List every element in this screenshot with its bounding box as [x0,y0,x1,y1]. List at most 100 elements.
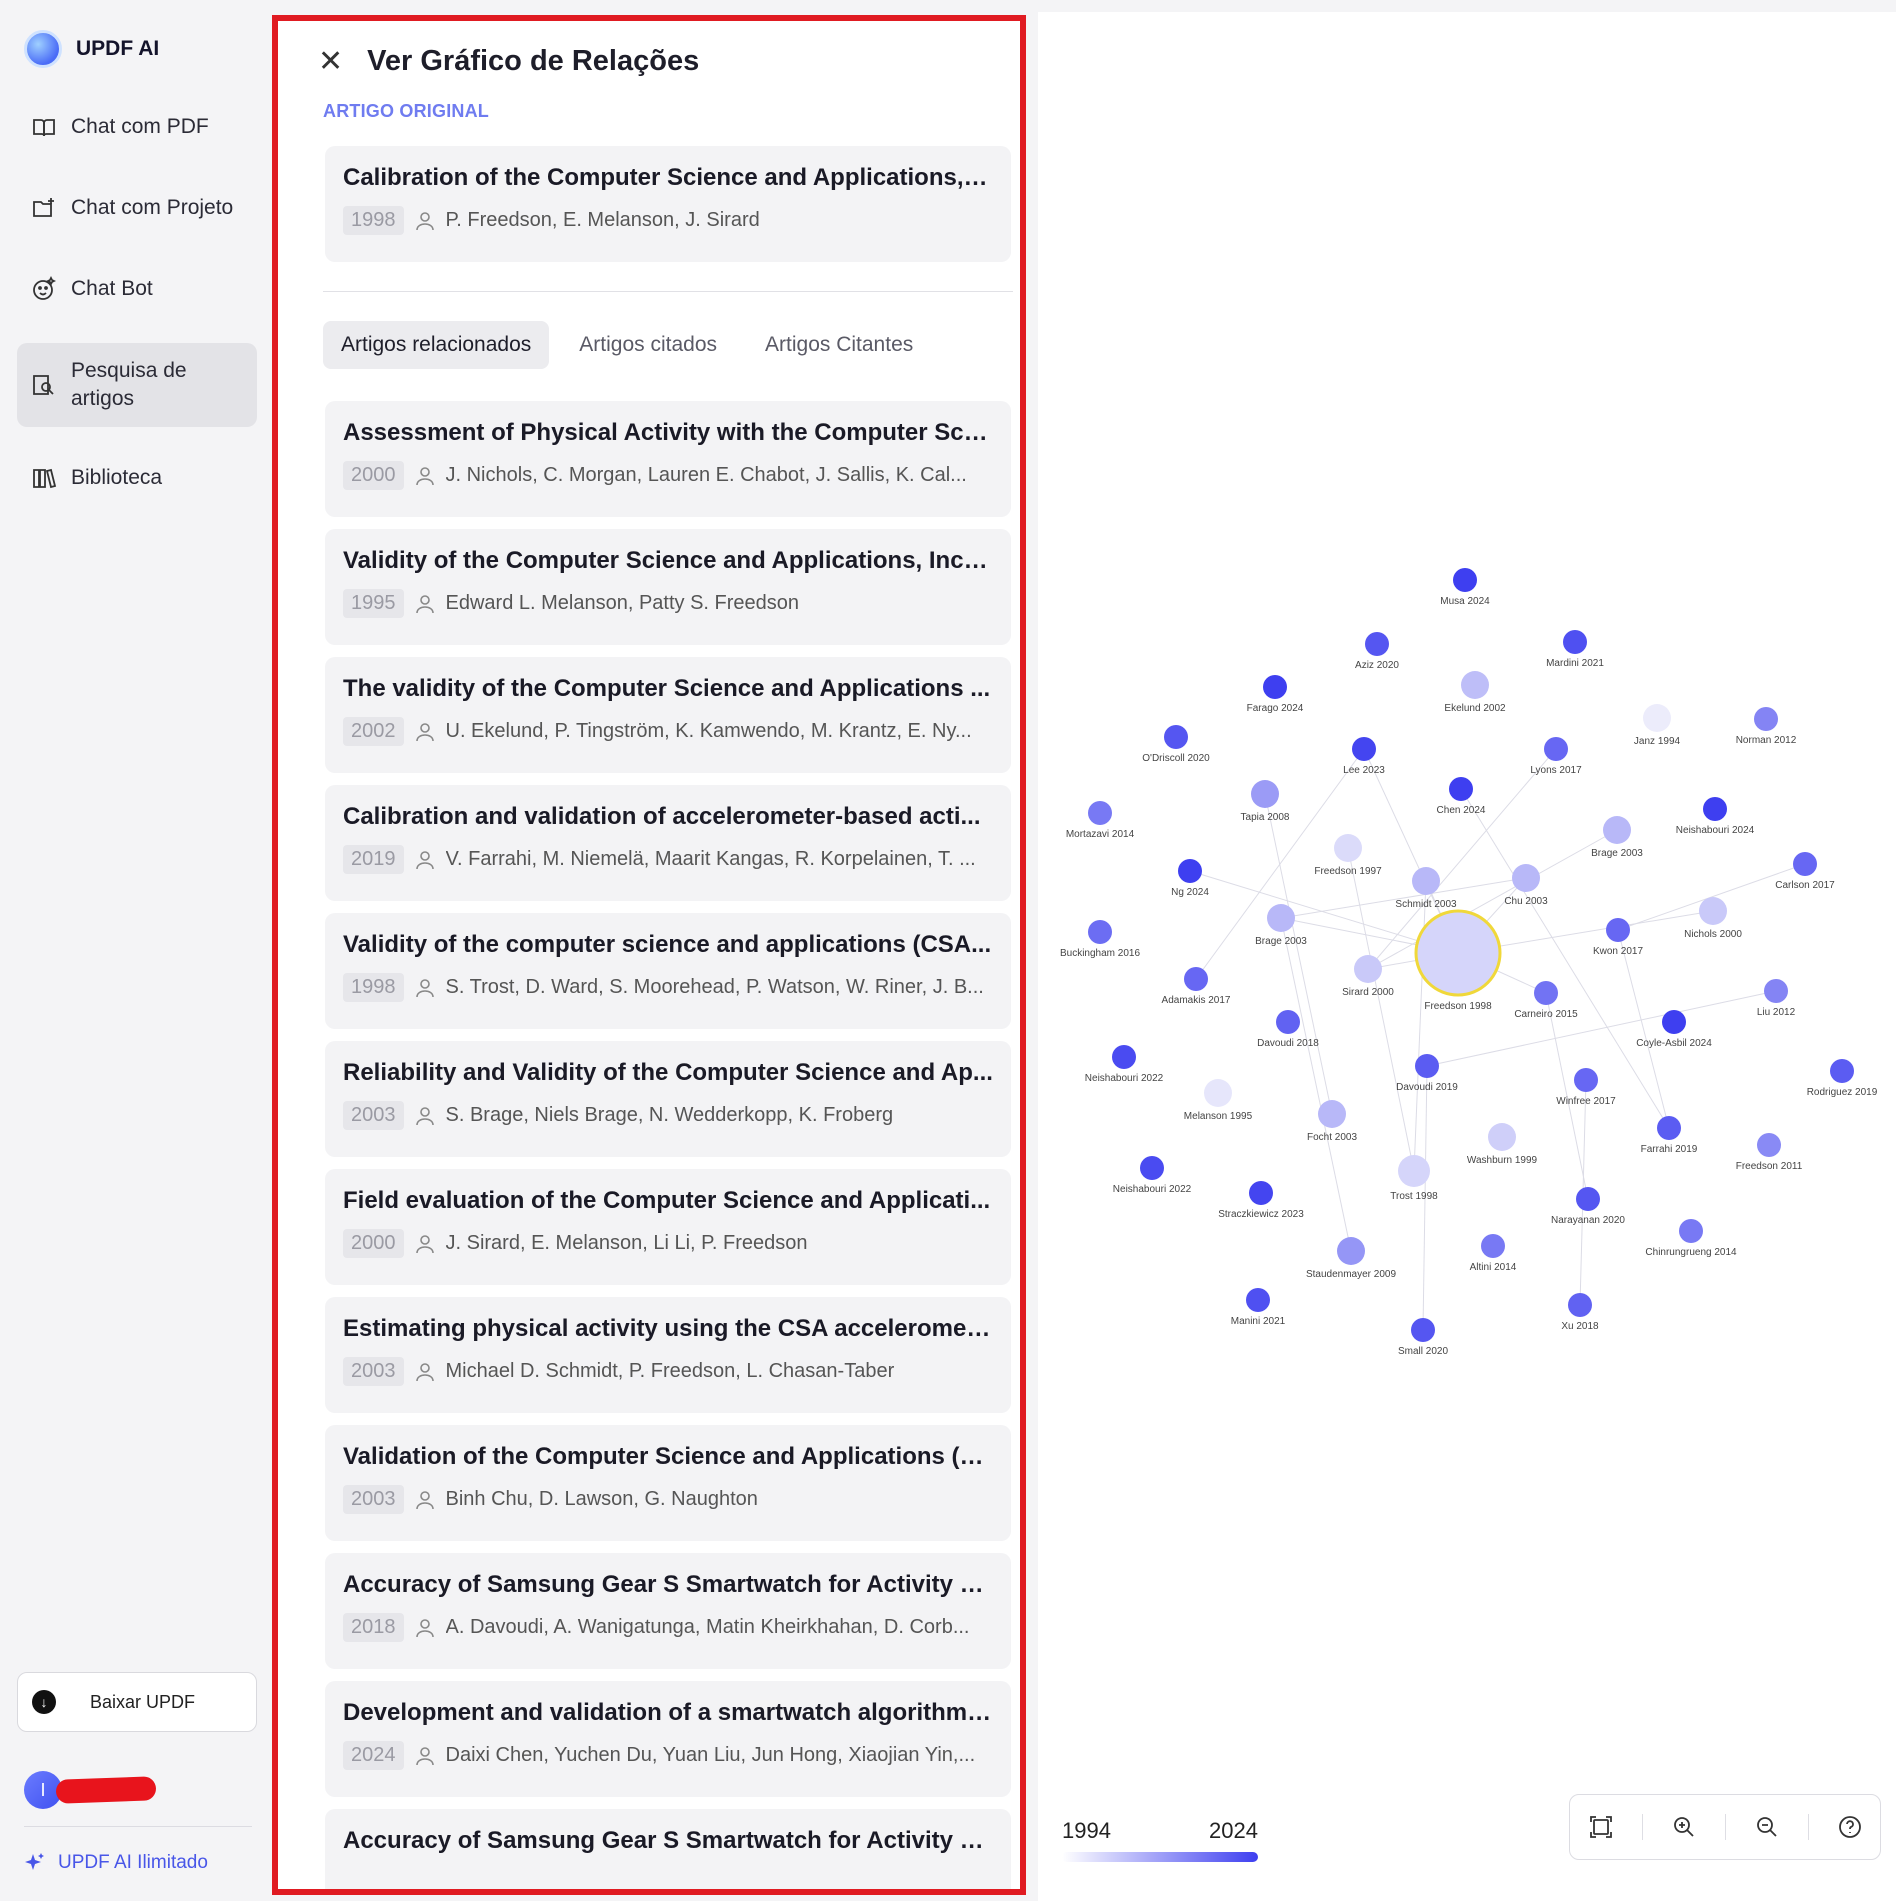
sidebar-item-article-search[interactable]: Pesquisa de artigos [17,343,257,427]
panel-header: ✕ Ver Gráfico de Relações [318,45,699,78]
article-meta: 2018 A. Davoudi, A. Wanigatunga, Matin Kh… [343,1613,993,1642]
graph-node[interactable] [1246,1288,1270,1312]
fit-view-button[interactable] [1581,1807,1621,1847]
graph-node[interactable] [1534,981,1558,1005]
graph-node[interactable] [1793,852,1817,876]
graph-node[interactable] [1488,1123,1516,1151]
article-title: Field evaluation of the Computer Science… [343,1187,991,1214]
graph-node[interactable] [1267,904,1295,932]
graph-node-label: Winfree 2017 [1556,1096,1616,1107]
article-authors: Edward L. Melanson, Patty S. Freedson [445,592,800,614]
graph-node[interactable] [1412,867,1440,895]
graph-node[interactable] [1337,1237,1365,1265]
graph-node[interactable] [1574,1068,1598,1092]
graph-node[interactable] [1365,632,1389,656]
sidebar-item-chat-project[interactable]: Chat com Projeto [17,177,257,239]
graph-node-label: Neishabouri 2022 [1085,1073,1164,1084]
person-icon [415,211,434,230]
graph-node[interactable] [1140,1156,1164,1180]
sidebar-item-library[interactable]: Biblioteca [17,447,257,509]
graph-node[interactable] [1088,920,1112,944]
graph-node[interactable] [1318,1100,1346,1128]
graph-node[interactable] [1164,725,1188,749]
graph-node[interactable] [1764,979,1788,1003]
graph-node[interactable] [1276,1010,1300,1034]
tab-citing[interactable]: Artigos Citantes [747,321,931,369]
graph-node[interactable] [1512,864,1540,892]
graph-node[interactable] [1563,630,1587,654]
graph-node[interactable] [1263,675,1287,699]
graph-node-label: Rodriguez 2019 [1807,1087,1878,1098]
zoom-in-button[interactable] [1664,1807,1704,1847]
article-card[interactable]: The validity of the Computer Science and… [325,657,1011,773]
sidebar-item-chat-bot[interactable]: Chat Bot [17,258,257,320]
article-card[interactable]: Development and validation of a smartwat… [325,1681,1011,1797]
graph-node[interactable] [1461,671,1489,699]
graph-node[interactable] [1415,1054,1439,1078]
close-icon[interactable]: ✕ [318,46,343,77]
graph-node[interactable] [1178,859,1202,883]
graph-node[interactable] [1699,897,1727,925]
graph-node[interactable] [1112,1045,1136,1069]
graph-node[interactable] [1249,1181,1273,1205]
article-card[interactable]: Validity of the computer science and app… [325,913,1011,1029]
graph-node[interactable] [1449,777,1473,801]
graph-node[interactable] [1352,737,1376,761]
person-icon [415,1618,434,1637]
graph-canvas[interactable]: Musa 2024 Aziz 2020 Mardini 2021 Farago 202… [1038,12,1896,1772]
graph-node[interactable] [1411,1318,1435,1342]
graph-node-label: Aziz 2020 [1355,660,1399,671]
article-card[interactable]: Validation of the Computer Science and A… [325,1425,1011,1541]
graph-node[interactable] [1606,918,1630,942]
brand[interactable]: UPDF AI [24,30,159,68]
download-updf-button[interactable]: ↓ Baixar UPDF [17,1672,257,1732]
article-card[interactable]: Calibration and validation of accelerome… [325,785,1011,901]
article-card[interactable]: Field evaluation of the Computer Science… [325,1169,1011,1285]
graph-node[interactable] [1830,1059,1854,1083]
graph-node[interactable] [1354,955,1382,983]
person-icon [415,850,434,869]
graph-node[interactable] [1603,816,1631,844]
graph-node[interactable] [1703,797,1727,821]
graph-node[interactable] [1643,704,1671,732]
graph-node[interactable] [1679,1219,1703,1243]
folder-plus-icon [33,198,54,217]
graph-node[interactable] [1544,737,1568,761]
graph-node[interactable] [1576,1187,1600,1211]
graph-node[interactable] [1481,1234,1505,1258]
graph-node[interactable] [1453,568,1477,592]
graph-node[interactable] [1757,1133,1781,1157]
article-authors: Michael D. Schmidt, P. Freedson, L. Chas… [445,1360,895,1382]
article-card[interactable]: Estimating physical activity using the C… [325,1297,1011,1413]
tab-cited[interactable]: Artigos citados [561,321,735,369]
graph-node-label: O'Driscoll 2020 [1142,753,1210,764]
sidebar-item-chat-pdf[interactable]: Chat com PDF [17,96,257,158]
graph-node[interactable] [1754,707,1778,731]
help-button[interactable] [1830,1807,1870,1847]
legend-gradient [1062,1852,1258,1862]
graph-node[interactable] [1204,1079,1232,1107]
article-card[interactable]: Accuracy of Samsung Gear S Smartwatch fo… [325,1809,1011,1889]
article-card[interactable]: Accuracy of Samsung Gear S Smartwatch fo… [325,1553,1011,1669]
article-meta: 2000 J. Sirard, E. Melanson, Li Li, P. Fr… [343,1229,993,1258]
graph-node[interactable] [1568,1293,1592,1317]
graph-node[interactable] [1251,780,1279,808]
relation-graph[interactable]: Musa 2024 Aziz 2020 Mardini 2021 Farago 202… [1038,12,1896,1901]
user-profile[interactable]: I [24,1771,157,1809]
person-icon [415,1746,434,1765]
upgrade-link[interactable]: UPDF AI Ilimitado [24,1852,208,1874]
graph-center-node[interactable] [1414,909,1502,997]
graph-node-label: Liu 2012 [1757,1007,1796,1018]
graph-node[interactable] [1398,1155,1430,1187]
graph-node[interactable] [1184,967,1208,991]
original-article-card[interactable]: Calibration of the Computer Science and … [325,146,1011,262]
article-card[interactable]: Reliability and Validity of the Computer… [325,1041,1011,1157]
tab-related[interactable]: Artigos relacionados [323,321,550,369]
graph-node[interactable] [1088,801,1112,825]
graph-node[interactable] [1662,1010,1686,1034]
zoom-out-button[interactable] [1747,1807,1787,1847]
graph-node[interactable] [1657,1116,1681,1140]
article-card[interactable]: Assessment of Physical Activity with the… [325,401,1011,517]
graph-node[interactable] [1334,834,1362,862]
article-card[interactable]: Validity of the Computer Science and App… [325,529,1011,645]
